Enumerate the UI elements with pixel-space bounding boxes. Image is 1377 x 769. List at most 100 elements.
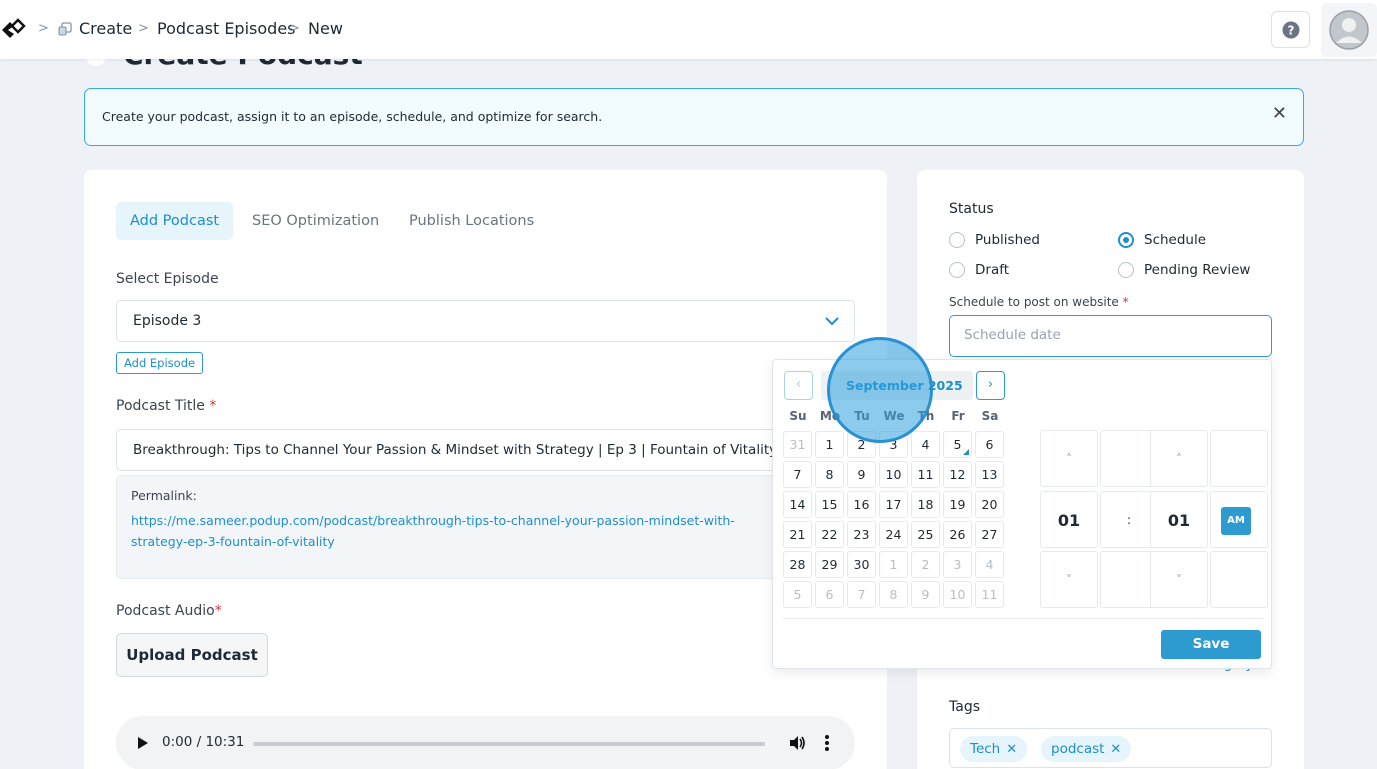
upload-podcast-button[interactable]: Upload Podcast xyxy=(116,633,268,677)
calendar-day[interactable]: 8 xyxy=(879,581,908,608)
status-schedule-radio[interactable]: Schedule xyxy=(1118,232,1206,248)
podcast-title-input[interactable]: Breakthrough: Tips to Channel Your Passi… xyxy=(116,429,855,471)
prev-month-button[interactable]: ‹ xyxy=(784,371,813,400)
radio-label: Pending Review xyxy=(1144,262,1251,278)
radio-icon xyxy=(1118,262,1134,278)
volume-icon[interactable] xyxy=(788,734,806,752)
radio-label: Published xyxy=(975,232,1040,248)
chevron-right-icon: > xyxy=(289,21,300,36)
calendar-day[interactable]: 6 xyxy=(975,431,1004,458)
calendar-day[interactable]: 1 xyxy=(815,431,844,458)
remove-tag-icon[interactable]: ✕ xyxy=(1110,742,1121,757)
podcast-form-card: Add Podcast SEO Optimization Publish Loc… xyxy=(84,170,887,769)
calendar-day[interactable]: 20 xyxy=(975,491,1004,518)
radio-label: Draft xyxy=(975,262,1010,278)
status-draft-radio[interactable]: Draft xyxy=(949,262,1009,278)
calendar-day[interactable]: 6 xyxy=(815,581,844,608)
weekday-label: Fr xyxy=(951,409,965,423)
schedule-date-field[interactable] xyxy=(964,327,1254,343)
chevron-right-icon: > xyxy=(138,21,149,36)
calendar-day[interactable]: 12 xyxy=(943,461,972,488)
add-episode-button[interactable]: Add Episode xyxy=(116,352,204,374)
calendar-day[interactable]: 28 xyxy=(783,551,812,578)
ampm-spacer xyxy=(1210,551,1268,608)
calendar-day[interactable]: 18 xyxy=(911,491,940,518)
status-pending-review-radio[interactable]: Pending Review xyxy=(1118,262,1250,278)
calendar-day[interactable]: 29 xyxy=(815,551,844,578)
calendar-day[interactable]: 5 xyxy=(783,581,812,608)
tab-seo-optimization[interactable]: SEO Optimization xyxy=(238,202,393,240)
calendar-day[interactable]: 17 xyxy=(879,491,908,518)
radio-label: Schedule xyxy=(1144,232,1207,248)
breadcrumb-create[interactable]: Create xyxy=(79,19,132,38)
minute-up-button[interactable]: ˄ xyxy=(1150,430,1208,487)
calendar-day[interactable]: 27 xyxy=(975,521,1004,548)
breadcrumb-podcast-episodes[interactable]: Podcast Episodes xyxy=(157,19,296,38)
calendar-day[interactable]: 7 xyxy=(783,461,812,488)
calendar-day[interactable]: 19 xyxy=(943,491,972,518)
calendar-day[interactable]: 13 xyxy=(975,461,1004,488)
calendar-day[interactable]: 23 xyxy=(847,521,876,548)
calendar-day[interactable]: 30 xyxy=(847,551,876,578)
calendar-day[interactable]: 26 xyxy=(943,521,972,548)
hour-value[interactable]: 01 xyxy=(1040,491,1098,548)
permalink-label: Permalink: xyxy=(131,488,197,503)
avatar[interactable] xyxy=(1321,3,1377,57)
calendar-day[interactable]: 10 xyxy=(879,461,908,488)
banner-text: Create your podcast, assign it to an epi… xyxy=(102,109,603,124)
calendar-day[interactable]: 22 xyxy=(815,521,844,548)
save-button[interactable]: Save xyxy=(1161,630,1261,659)
tab-add-podcast[interactable]: Add Podcast xyxy=(116,202,234,240)
calendar-day[interactable]: 1 xyxy=(879,551,908,578)
ampm-spacer xyxy=(1210,430,1268,487)
close-icon[interactable]: ✕ xyxy=(1272,103,1287,124)
tags-label: Tags xyxy=(949,699,980,715)
chevron-down-icon xyxy=(825,317,839,326)
help-button[interactable]: ? xyxy=(1271,11,1310,48)
calendar-day[interactable]: 11 xyxy=(911,461,940,488)
calendar-day[interactable]: 9 xyxy=(847,461,876,488)
episode-select[interactable]: Episode 3 xyxy=(116,300,855,342)
audio-label: Podcast Audio* xyxy=(116,603,222,619)
calendar-day[interactable]: 5 xyxy=(943,431,972,458)
permalink-box: Permalink: https://me.sameer.podup.com/p… xyxy=(116,475,855,579)
calendar-day[interactable]: 11 xyxy=(975,581,1004,608)
play-icon[interactable] xyxy=(137,736,149,750)
calendar-day[interactable]: 8 xyxy=(815,461,844,488)
audio-progress-slider[interactable] xyxy=(253,742,765,746)
permalink-link[interactable]: https://me.sameer.podup.com/podcast/brea… xyxy=(131,510,791,552)
calendar-day[interactable]: 16 xyxy=(847,491,876,518)
app-logo-icon[interactable] xyxy=(0,17,26,43)
remove-tag-icon[interactable]: ✕ xyxy=(1006,742,1017,757)
schedule-date-input[interactable] xyxy=(949,315,1272,357)
ampm-toggle[interactable]: AM xyxy=(1221,507,1251,535)
calendar-day[interactable]: 14 xyxy=(783,491,812,518)
calendar-day[interactable]: 15 xyxy=(815,491,844,518)
calendar-day[interactable]: 21 xyxy=(783,521,812,548)
tags-input[interactable]: Tech ✕ podcast ✕ xyxy=(949,728,1272,768)
episode-label: Select Episode xyxy=(116,271,219,287)
chevron-right-icon: > xyxy=(38,21,49,36)
calendar-day[interactable]: 3 xyxy=(943,551,972,578)
more-options-icon[interactable] xyxy=(824,734,830,752)
audio-time: 0:00 / 10:31 xyxy=(162,734,245,750)
calendar-day[interactable]: 10 xyxy=(943,581,972,608)
calendar-day[interactable]: 7 xyxy=(847,581,876,608)
title-label: Podcast Title * xyxy=(116,398,217,414)
minute-down-button[interactable]: ˅ xyxy=(1150,551,1208,608)
svg-text:?: ? xyxy=(1287,23,1294,37)
status-published-radio[interactable]: Published xyxy=(949,232,1040,248)
hour-up-button[interactable]: ˄ xyxy=(1040,430,1098,487)
calendar-day[interactable]: 24 xyxy=(879,521,908,548)
tab-publish-locations[interactable]: Publish Locations xyxy=(395,202,548,240)
calendar-day[interactable]: 2 xyxy=(911,551,940,578)
episode-value: Episode 3 xyxy=(133,313,202,329)
calendar-day[interactable]: 4 xyxy=(975,551,1004,578)
calendar-day[interactable]: 4 xyxy=(911,431,940,458)
calendar-day[interactable]: 31 xyxy=(783,431,812,458)
hour-down-button[interactable]: ˅ xyxy=(1040,551,1098,608)
minute-value[interactable]: 01 xyxy=(1150,491,1208,548)
next-month-button[interactable]: › xyxy=(976,371,1005,400)
calendar-day[interactable]: 25 xyxy=(911,521,940,548)
calendar-day[interactable]: 9 xyxy=(911,581,940,608)
